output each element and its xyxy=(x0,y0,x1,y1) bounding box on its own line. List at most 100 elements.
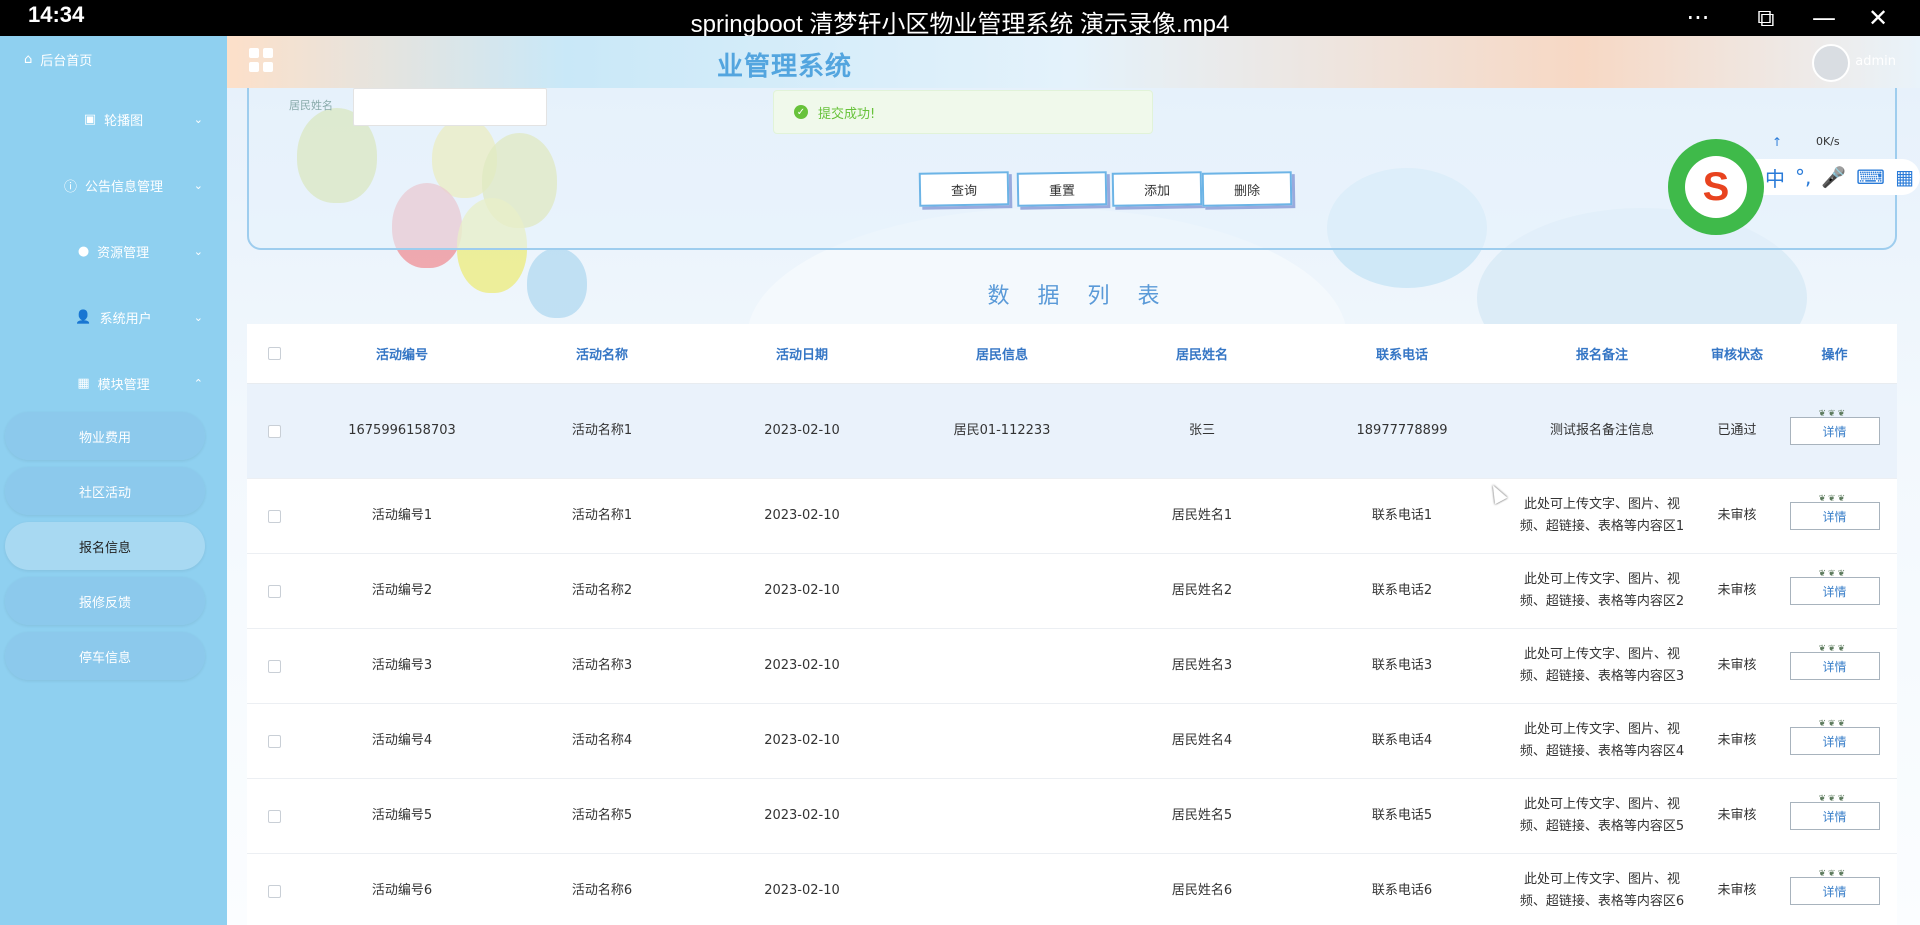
table-row[interactable]: 活动编号4 活动名称4 2023-02-10 居民姓名4 联系电话4 此处可上传文字、图片… xyxy=(247,704,1897,779)
picture-in-picture-icon[interactable]: ⧉ xyxy=(1748,4,1784,32)
cell-status: 未审核 xyxy=(1717,733,1757,748)
row-checkbox[interactable] xyxy=(268,734,281,748)
add-button[interactable]: 添加 xyxy=(1111,171,1203,207)
resident-name-input[interactable] xyxy=(353,88,547,126)
detail-button[interactable]: ❦❦❦ 详情 xyxy=(1789,494,1880,530)
cell-phone: 18977778899 xyxy=(1356,423,1448,438)
top-header: 业管理系统 admin xyxy=(227,36,1920,88)
detail-button[interactable]: ❦❦❦ 详情 xyxy=(1789,794,1880,830)
sidebar-item-label: 系统用户 xyxy=(99,311,152,327)
cell-name: 活动名称4 xyxy=(571,733,633,748)
sidebar: ⌂ 后台首页 ▣ 轮播图 ⌄ ⓘ 公告信息管理 ⌄ ● 资源管理 ⌄ 👤 系统用… xyxy=(0,36,227,925)
cell-actions: ❦❦❦ 详情 xyxy=(1772,409,1897,445)
sidebar-item-carousel[interactable]: ▣ 轮播图 ⌄ xyxy=(0,101,227,137)
sidebar-item-resources[interactable]: ● 资源管理 ⌄ xyxy=(0,233,227,269)
image-icon: ▣ xyxy=(83,111,97,127)
cell-name: 活动名称3 xyxy=(571,658,633,673)
cell-date: 2023-02-10 xyxy=(764,583,840,598)
sidebar-item-home[interactable]: ⌂ 后台首页 xyxy=(24,50,92,69)
sidebar-item-announcements[interactable]: ⓘ 公告信息管理 ⌄ xyxy=(0,167,227,203)
column-header[interactable]: 报名备注 xyxy=(1502,344,1702,363)
query-button[interactable]: 查询 xyxy=(918,171,1010,207)
cell-phone: 联系电话6 xyxy=(1371,883,1433,898)
more-icon[interactable]: ··· xyxy=(1680,4,1716,32)
row-checkbox[interactable] xyxy=(268,659,281,673)
video-title: springboot 清梦轩小区物业管理系统 演示录像.mp4 xyxy=(690,11,1230,38)
table-row[interactable]: 活动编号5 活动名称5 2023-02-10 居民姓名5 联系电话5 此处可上传文字、图片… xyxy=(247,779,1897,854)
cell-code: 1675996158703 xyxy=(348,423,456,438)
chinese-mode-icon[interactable]: 中 xyxy=(1765,163,1785,192)
punctuation-icon[interactable]: °, xyxy=(1795,165,1811,189)
delete-button[interactable]: 删除 xyxy=(1201,171,1293,207)
row-checkbox[interactable] xyxy=(268,424,281,438)
column-header[interactable]: 活动日期 xyxy=(702,344,902,363)
column-header[interactable]: 活动编号 xyxy=(302,344,502,363)
cell-resident-name: 居民姓名6 xyxy=(1171,883,1233,898)
column-header[interactable]: 联系电话 xyxy=(1302,344,1502,363)
keyboard-icon[interactable]: ⌨ xyxy=(1856,165,1885,189)
leaf-decoration-icon: ❦❦❦ xyxy=(1818,644,1848,654)
home-icon: ⌂ xyxy=(24,52,33,67)
table-row[interactable]: 活动编号3 活动名称3 2023-02-10 居民姓名3 联系电话3 此处可上传文字、图片… xyxy=(247,629,1897,704)
cell-resident-info: 居民01-112233 xyxy=(953,423,1051,438)
row-checkbox[interactable] xyxy=(268,809,281,823)
reset-button[interactable]: 重置 xyxy=(1016,171,1108,207)
cell-date: 2023-02-10 xyxy=(764,883,840,898)
table-row[interactable]: 活动编号6 活动名称6 2023-02-10 居民姓名6 联系电话6 此处可上传文字、图片… xyxy=(247,854,1897,925)
table-row[interactable]: 活动编号1 活动名称1 2023-02-10 居民姓名1 联系电话1 此处可上传文字、图片… xyxy=(247,479,1897,554)
cell-code: 活动编号6 xyxy=(371,883,433,898)
user-name[interactable]: admin xyxy=(1855,54,1896,69)
sidebar-item-modules[interactable]: ▦ 模块管理 ⌃ xyxy=(0,365,227,401)
menu-toggle-icon[interactable] xyxy=(249,48,273,72)
select-all-checkbox[interactable] xyxy=(268,347,281,360)
column-header[interactable]: 居民姓名 xyxy=(1102,344,1302,363)
detail-button[interactable]: ❦❦❦ 详情 xyxy=(1789,569,1880,605)
avatar[interactable] xyxy=(1812,44,1850,82)
detail-button-label: 详情 xyxy=(1822,424,1847,439)
row-checkbox[interactable] xyxy=(268,884,281,898)
sidebar-item-label: 轮播图 xyxy=(104,113,144,129)
table-row[interactable]: 活动编号2 活动名称2 2023-02-10 居民姓名2 联系电话2 此处可上传文字、图片… xyxy=(247,554,1897,629)
data-table: 活动编号 活动名称 活动日期 居民信息 居民姓名 联系电话 报名备注 审核状态 … xyxy=(247,324,1897,925)
microphone-icon[interactable]: 🎤 xyxy=(1821,165,1846,189)
chevron-down-icon: ⌄ xyxy=(193,310,203,324)
cell-resident-name: 居民姓名1 xyxy=(1171,508,1233,523)
network-speed: 0K/s xyxy=(1816,135,1840,148)
submenu-registration-info[interactable]: 报名信息 xyxy=(5,522,205,570)
minimize-icon[interactable]: — xyxy=(1806,4,1842,32)
detail-button[interactable]: ❦❦❦ 详情 xyxy=(1789,409,1880,445)
apps-grid-icon[interactable]: ▦ xyxy=(1895,165,1914,189)
leaf-decoration-icon: ❦❦❦ xyxy=(1818,569,1848,579)
cell-note: 此处可上传文字、图片、视频、超链接、表格等内容区4 xyxy=(1519,722,1685,759)
detail-button[interactable]: ❦❦❦ 详情 xyxy=(1789,644,1880,680)
detail-button-label: 详情 xyxy=(1822,884,1847,899)
cell-name: 活动名称6 xyxy=(571,883,633,898)
grid-icon: ▦ xyxy=(77,375,90,391)
sidebar-item-system-users[interactable]: 👤 系统用户 ⌄ xyxy=(0,299,227,335)
row-select-cell xyxy=(247,734,302,748)
close-icon[interactable]: ✕ xyxy=(1860,4,1896,32)
table-row[interactable]: 1675996158703 活动名称1 2023-02-10 居民01-112233 张… xyxy=(247,384,1897,479)
submenu-parking-info[interactable]: 停车信息 xyxy=(5,632,205,680)
chevron-up-icon: ⌃ xyxy=(193,376,203,390)
app-window: ⌂ 后台首页 ▣ 轮播图 ⌄ ⓘ 公告信息管理 ⌄ ● 资源管理 ⌄ 👤 系统用… xyxy=(0,36,1920,925)
row-checkbox[interactable] xyxy=(268,509,281,523)
column-header[interactable]: 审核状态 xyxy=(1702,344,1772,363)
cell-phone: 联系电话3 xyxy=(1371,658,1433,673)
cell-status: 未审核 xyxy=(1717,808,1757,823)
cell-actions: ❦❦❦ 详情 xyxy=(1772,794,1897,830)
column-header[interactable]: 居民信息 xyxy=(902,344,1102,363)
sidebar-item-label: 模块管理 xyxy=(97,377,150,393)
submenu-property-fees[interactable]: 物业费用 xyxy=(5,412,205,460)
ime-toolbar: 中 °, 🎤 ⌨ ▦ S ↑ 0K/s xyxy=(1668,135,1920,235)
list-title: 数据列表 xyxy=(987,284,1188,309)
detail-button[interactable]: ❦❦❦ 详情 xyxy=(1789,719,1880,755)
column-header[interactable]: 活动名称 xyxy=(502,344,702,363)
row-checkbox[interactable] xyxy=(268,584,281,598)
cell-name: 活动名称1 xyxy=(571,423,633,438)
submenu-community-activities[interactable]: 社区活动 xyxy=(5,467,205,515)
submenu-repair-feedback[interactable]: 报修反馈 xyxy=(5,577,205,625)
pin-icon: ● xyxy=(77,243,90,259)
sogou-logo-icon[interactable]: S xyxy=(1668,139,1764,235)
detail-button[interactable]: ❦❦❦ 详情 xyxy=(1789,869,1880,905)
